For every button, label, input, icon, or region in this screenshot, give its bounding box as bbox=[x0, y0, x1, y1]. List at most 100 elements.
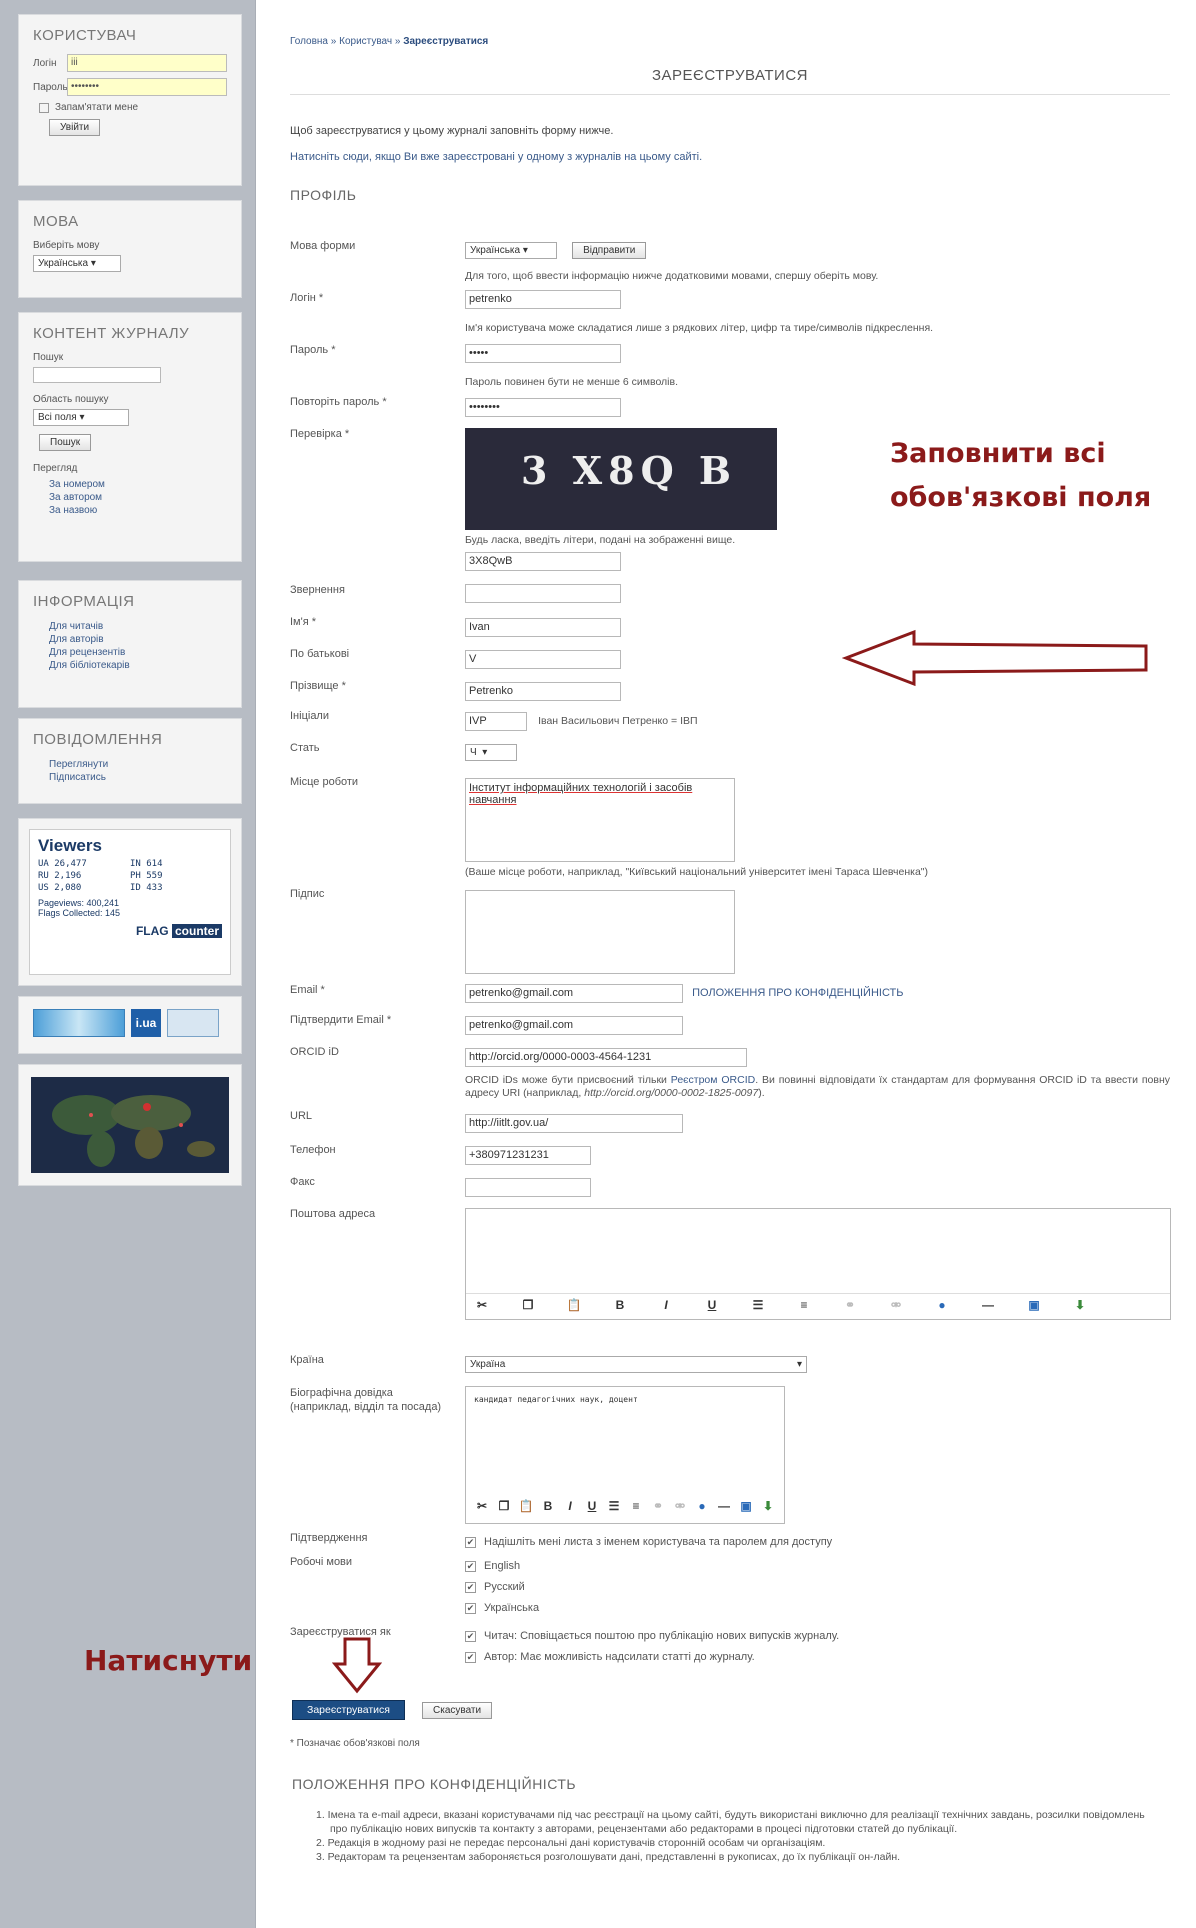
browse-by-issue-link[interactable]: За номером bbox=[33, 478, 227, 491]
email-input[interactable]: petrenko@gmail.com bbox=[465, 984, 683, 1003]
first-name-input[interactable]: Ivan bbox=[465, 618, 621, 637]
remember-checkbox[interactable] bbox=[39, 102, 49, 113]
language-russian: Русский bbox=[484, 1581, 525, 1593]
notifications-view-link[interactable]: Переглянути bbox=[33, 758, 227, 771]
privacy-policy-link[interactable]: ПОЛОЖЕННЯ ПРО КОНФІДЕНЦІЙНІСТЬ bbox=[692, 987, 903, 999]
sidebar-language-select[interactable]: Українська ▾ bbox=[33, 255, 121, 272]
fax-input[interactable] bbox=[465, 1178, 591, 1197]
bold-icon[interactable]: B bbox=[612, 1298, 628, 1312]
checkbox-checked[interactable]: ✔ bbox=[465, 1536, 476, 1548]
checkbox-checked[interactable]: ✔ bbox=[465, 1560, 476, 1572]
bold-icon[interactable]: B bbox=[540, 1499, 556, 1513]
sidebar-search-button[interactable]: Пошук bbox=[39, 434, 92, 451]
repeat-password-input[interactable]: •••••••• bbox=[465, 398, 621, 417]
search-scope-select[interactable]: Всі поля ▾ bbox=[33, 409, 129, 426]
checkbox-checked[interactable]: ✔ bbox=[465, 1651, 476, 1663]
gender-value: Ч bbox=[470, 747, 477, 758]
image-icon[interactable]: ▣ bbox=[1026, 1298, 1042, 1312]
bullet-list-icon[interactable]: ☰ bbox=[750, 1298, 766, 1312]
mailing-address-editor[interactable]: ✂ ❐ 📋 B I U ☰ ≡ ⚭ ⚮ ● — ▣ ⬇ bbox=[465, 1208, 1171, 1320]
captcha-input[interactable]: 3X8QwB bbox=[465, 552, 621, 571]
language-option-ukrainian[interactable]: ✔ Українська bbox=[465, 1598, 539, 1619]
mailing-address-textarea[interactable] bbox=[466, 1209, 1170, 1293]
upload-icon[interactable]: ⬇ bbox=[760, 1499, 776, 1513]
salutation-input[interactable] bbox=[465, 584, 621, 603]
browse-by-title-link[interactable]: За назвою bbox=[33, 504, 227, 517]
counter-row: IN 614 bbox=[130, 859, 163, 869]
link-icon[interactable]: ⚭ bbox=[842, 1298, 858, 1312]
phone-input[interactable]: +380971231231 bbox=[465, 1146, 591, 1165]
sidebar-search-input[interactable] bbox=[33, 367, 161, 383]
info-readers-link[interactable]: Для читачів bbox=[33, 620, 227, 633]
paste-icon[interactable]: 📋 bbox=[566, 1298, 582, 1312]
copy-icon[interactable]: ❐ bbox=[520, 1298, 536, 1312]
bio-editor[interactable]: кандидат педагогічних наук, доцент ✂ ❐ 📋… bbox=[465, 1386, 785, 1524]
unlink-icon[interactable]: ⚮ bbox=[672, 1499, 688, 1513]
checkbox-checked[interactable]: ✔ bbox=[465, 1630, 476, 1642]
notifications-block: ПОВІДОМЛЕННЯ Переглянути Підписатись bbox=[18, 718, 242, 804]
numbered-list-icon[interactable]: ≡ bbox=[628, 1499, 644, 1513]
help-icon[interactable]: ● bbox=[934, 1298, 950, 1312]
underline-icon[interactable]: U bbox=[704, 1298, 720, 1312]
url-input[interactable]: http://iitlt.gov.ua/ bbox=[465, 1114, 683, 1133]
help-icon[interactable]: ● bbox=[694, 1499, 710, 1513]
middle-name-input[interactable]: V bbox=[465, 650, 621, 669]
banner-image[interactable] bbox=[33, 1009, 125, 1037]
paste-icon[interactable]: 📋 bbox=[518, 1499, 534, 1513]
cut-icon[interactable]: ✂ bbox=[474, 1298, 490, 1312]
checkbox-checked[interactable]: ✔ bbox=[465, 1602, 476, 1614]
sidebar-login-input[interactable]: iii bbox=[67, 54, 227, 72]
bio-toolbar: ✂ ❐ 📋 B I U ☰ ≡ ⚭ ⚮ ● — ▣ ⬇ bbox=[466, 1497, 784, 1515]
info-reviewers-link[interactable]: Для рецензентів bbox=[33, 646, 227, 659]
affiliation-label: Місце роботи bbox=[290, 776, 359, 788]
register-button[interactable]: Зареєструватися bbox=[292, 1700, 405, 1720]
language-option-russian[interactable]: ✔ Русский bbox=[465, 1577, 539, 1598]
gender-select[interactable]: Ч ▾ bbox=[465, 744, 517, 761]
info-authors-link[interactable]: Для авторів bbox=[33, 633, 227, 646]
info-librarians-link[interactable]: Для бібліотекарів bbox=[33, 659, 227, 672]
cancel-button[interactable]: Скасувати bbox=[422, 1702, 493, 1719]
confirmation-option[interactable]: ✔ Надішліть мені листа з іменем користува… bbox=[465, 1532, 832, 1553]
login-input[interactable]: petrenko bbox=[465, 290, 621, 309]
visitor-map[interactable] bbox=[31, 1077, 229, 1173]
italic-icon[interactable]: I bbox=[562, 1499, 578, 1513]
copy-icon[interactable]: ❐ bbox=[496, 1499, 512, 1513]
iua-counter[interactable] bbox=[167, 1009, 219, 1037]
language-block-title: МОВА bbox=[33, 213, 79, 230]
sidebar-password-input[interactable]: •••••••• bbox=[67, 78, 227, 96]
orcid-input[interactable]: http://orcid.org/0000-0003-4564-1231 bbox=[465, 1048, 747, 1067]
signature-textarea[interactable] bbox=[465, 890, 735, 974]
notifications-subscribe-link[interactable]: Підписатись bbox=[33, 771, 227, 784]
password-input[interactable]: ••••• bbox=[465, 344, 621, 363]
browse-by-author-link[interactable]: За автором bbox=[33, 491, 227, 504]
last-name-input[interactable]: Petrenko bbox=[465, 682, 621, 701]
initials-input[interactable]: IVP bbox=[465, 712, 527, 731]
bio-textarea[interactable]: кандидат педагогічних наук, доцент bbox=[466, 1387, 784, 1497]
confirm-email-input[interactable]: petrenko@gmail.com bbox=[465, 1016, 683, 1035]
cut-icon[interactable]: ✂ bbox=[474, 1499, 490, 1513]
privacy-item: 2. Редакція в жодному разі не передає пе… bbox=[316, 1837, 826, 1849]
checkbox-checked[interactable]: ✔ bbox=[465, 1581, 476, 1593]
send-language-button[interactable]: Відправити bbox=[572, 242, 647, 259]
upload-icon[interactable]: ⬇ bbox=[1072, 1298, 1088, 1312]
flag-counter-widget[interactable]: Viewers UA 26,477 IN 614 RU 2,196 PH 559… bbox=[29, 829, 231, 975]
orcid-registry-link[interactable]: Реєстром ORCID bbox=[671, 1074, 755, 1086]
underline-icon[interactable]: U bbox=[584, 1499, 600, 1513]
country-select[interactable]: Україна ▾ bbox=[465, 1356, 807, 1373]
html-icon[interactable]: — bbox=[716, 1499, 732, 1513]
counter-flags: Flags Collected: 145 bbox=[38, 908, 121, 918]
iua-logo[interactable]: i.ua bbox=[131, 1009, 161, 1037]
italic-icon[interactable]: I bbox=[658, 1298, 674, 1312]
role-option-reader[interactable]: ✔ Читач: Сповіщається поштою про публікац… bbox=[465, 1626, 839, 1647]
unlink-icon[interactable]: ⚮ bbox=[888, 1298, 904, 1312]
form-language-select[interactable]: Українська ▾ bbox=[465, 242, 557, 259]
affiliation-textarea[interactable]: Інститут інформаційних технологій і засо… bbox=[465, 778, 735, 862]
html-icon[interactable]: — bbox=[980, 1298, 996, 1312]
numbered-list-icon[interactable]: ≡ bbox=[796, 1298, 812, 1312]
role-option-author[interactable]: ✔ Автор: Має можливість надсилати статті … bbox=[465, 1647, 839, 1668]
language-option-english[interactable]: ✔ English bbox=[465, 1556, 539, 1577]
sidebar-login-button[interactable]: Увійти bbox=[49, 119, 101, 136]
image-icon[interactable]: ▣ bbox=[738, 1499, 754, 1513]
link-icon[interactable]: ⚭ bbox=[650, 1499, 666, 1513]
bullet-list-icon[interactable]: ☰ bbox=[606, 1499, 622, 1513]
